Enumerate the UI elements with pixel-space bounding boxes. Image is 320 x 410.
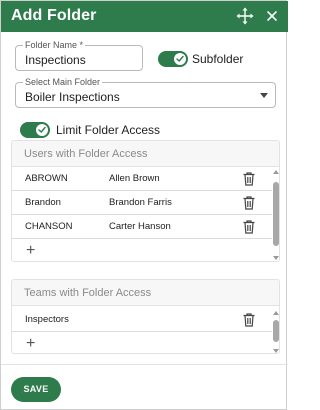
subfolder-label: Subfolder [192,52,244,66]
teams-scrollbar[interactable] [273,311,279,353]
scroll-up-icon[interactable] [273,170,279,174]
user-username: ABROWN [25,173,68,184]
subfolder-toggle[interactable] [158,51,188,67]
table-row[interactable]: CHANSON Carter Hanson [12,215,272,239]
users-panel-title: Users with Folder Access [24,148,148,160]
add-user-button[interactable]: + [26,243,35,259]
close-icon[interactable] [262,6,282,26]
user-username: Brandon [25,197,61,208]
move-arrows-icon[interactable] [235,6,255,26]
check-icon [174,53,186,65]
limit-access-toggle[interactable] [20,122,50,138]
table-row[interactable]: ABROWN Allen Brown [12,167,272,191]
add-folder-dialog: Add Folder Folder Name * Inspections Sub… [0,0,288,410]
scroll-thumb[interactable] [273,182,279,246]
main-folder-label: Select Main Folder [23,77,103,88]
scroll-thumb[interactable] [273,320,279,342]
dialog-titlebar: Add Folder [1,1,288,32]
trash-icon[interactable] [242,312,256,328]
caret-down-icon [260,93,268,98]
trash-icon[interactable] [242,171,256,187]
folder-name-value: Inspections [25,53,86,67]
users-scrollbar[interactable] [273,170,279,260]
team-name: Inspectors [25,314,69,325]
user-fullname: Carter Hanson [109,221,171,232]
users-panel-header: Users with Folder Access [12,141,279,167]
main-folder-select[interactable]: Select Main Folder Boiler Inspections [15,77,276,108]
user-fullname: Allen Brown [109,173,160,184]
check-icon [36,124,48,136]
scroll-down-icon[interactable] [273,349,279,353]
trash-icon[interactable] [242,219,256,235]
table-row[interactable]: Inspectors [12,308,272,332]
teams-panel: Teams with Folder Access Inspectors + [11,279,280,354]
save-button[interactable]: SAVE [11,377,61,402]
trash-icon[interactable] [242,195,256,211]
scroll-up-icon[interactable] [273,311,279,315]
limit-access-label: Limit Folder Access [56,123,161,137]
teams-panel-title: Teams with Folder Access [24,287,152,299]
scroll-down-icon[interactable] [273,256,279,260]
folder-name-label: Folder Name * [23,40,86,51]
main-folder-value: Boiler Inspections [25,90,120,104]
user-username: CHANSON [25,221,73,232]
teams-panel-header: Teams with Folder Access [12,280,279,306]
user-fullname: Brandon Farris [109,197,172,208]
folder-name-field[interactable]: Folder Name * Inspections [15,40,143,71]
add-team-button[interactable]: + [26,336,35,352]
table-row[interactable]: Brandon Brandon Farris [12,191,272,215]
dialog-footer: SAVE [1,364,288,410]
dialog-title: Add Folder [11,7,97,24]
users-panel: Users with Folder Access ABROWN Allen Br… [11,140,280,262]
